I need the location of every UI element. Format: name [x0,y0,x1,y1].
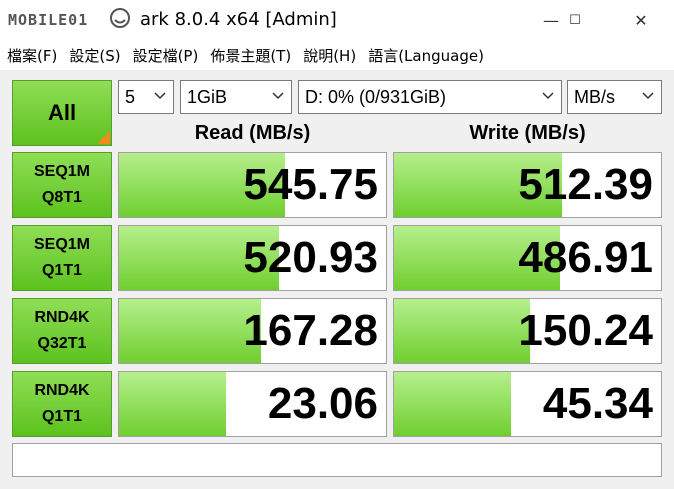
write-value: 512.39 [518,160,653,209]
test-size-value: 1GiB [187,86,228,107]
read-result-cell: 23.06 [118,371,387,437]
test-label-line2: Q32T1 [37,335,87,352]
test-label-line2: Q8T1 [41,189,82,206]
chevron-down-icon [642,92,654,100]
run-all-label: All [47,100,77,125]
write-progress-bar [394,372,512,436]
test-button-rnd4k-q32t1[interactable]: RND4K Q32T1 [12,298,112,364]
read-result-cell: 545.75 [118,152,387,218]
window-title: ark 8.0.4 x64 [Admin] [140,9,337,30]
read-value: 23.06 [267,379,378,428]
menu-profile[interactable]: 設定檔(P) [128,45,204,66]
write-result-cell: 512.39 [393,152,662,218]
corner-marker-icon [97,131,110,144]
test-label-line2: Q1T1 [41,262,82,279]
title-bar: MOBILE01 ark 8.0.4 x64 [Admin] — ☐ ✕ [0,0,674,40]
write-value: 150.24 [518,306,653,355]
read-result-cell: 520.93 [118,225,387,291]
test-button-seq1m-q8t1[interactable]: SEQ1M Q8T1 [12,152,112,218]
chevron-down-icon [272,92,284,100]
close-button[interactable]: ✕ [618,0,664,40]
test-label-line1: SEQ1M [33,163,90,180]
chevron-down-icon [542,92,554,100]
test-label-line2: Q1T1 [41,408,82,425]
read-progress-bar [119,299,261,363]
app-logo-icon: MOBILE01 [6,8,134,29]
test-count-value: 5 [125,86,136,107]
test-count-select[interactable]: 5 [118,80,174,114]
chevron-down-icon [154,92,166,100]
read-value: 545.75 [243,160,378,209]
maximize-button[interactable]: ☐ [552,0,598,40]
test-label-line1: SEQ1M [33,236,90,253]
write-result-cell: 486.91 [393,225,662,291]
drive-select[interactable]: D: 0% (0/931GiB) [298,80,562,114]
drive-value: D: 0% (0/931GiB) [305,86,447,107]
menu-help[interactable]: 說明(H) [298,45,361,66]
read-progress-bar [119,372,226,436]
write-value: 486.91 [518,233,653,282]
unit-value: MB/s [574,86,616,107]
menu-file[interactable]: 檔案(F) [2,45,62,66]
read-result-cell: 167.28 [118,298,387,364]
unit-select[interactable]: MB/s [567,80,662,114]
run-all-button[interactable]: All [12,80,112,146]
test-label-line1: RND4K [34,309,90,326]
write-value: 45.34 [542,379,653,428]
menu-theme[interactable]: 佈景主題(T) [205,45,296,66]
test-size-select[interactable]: 1GiB [180,80,292,114]
test-button-rnd4k-q1t1[interactable]: RND4K Q1T1 [12,371,112,437]
write-progress-bar [394,299,531,363]
read-value: 167.28 [243,306,378,355]
write-result-cell: 150.24 [393,298,662,364]
menu-language[interactable]: 語言(Language) [363,45,489,66]
svg-text:MOBILE01: MOBILE01 [8,11,88,29]
write-result-cell: 45.34 [393,371,662,437]
menu-bar: 檔案(F) 設定(S) 設定檔(P) 佈景主題(T) 說明(H) 語言(Lang… [0,40,674,70]
read-value: 520.93 [243,233,378,282]
write-column-header: Write (MB/s) [469,122,586,144]
test-button-seq1m-q1t1[interactable]: SEQ1M Q1T1 [12,225,112,291]
read-column-header: Read (MB/s) [194,122,311,144]
status-comment-field[interactable] [12,443,662,477]
menu-settings[interactable]: 設定(S) [64,45,125,66]
test-label-line1: RND4K [34,382,90,399]
